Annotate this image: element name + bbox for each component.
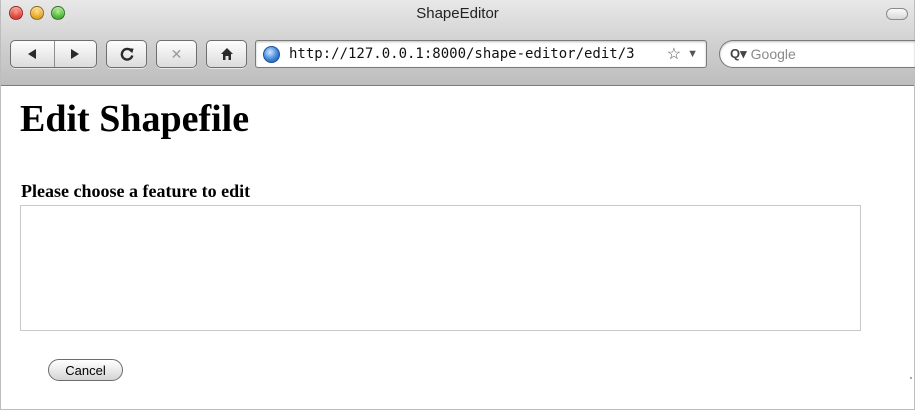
forward-button[interactable] [53, 41, 97, 67]
bookmark-star-icon[interactable]: ☆ [667, 44, 681, 64]
reload-button-frame [106, 40, 147, 68]
home-button[interactable] [207, 41, 246, 67]
search-placeholder: Google [750, 46, 796, 62]
search-icon[interactable]: Q▾ [730, 46, 747, 62]
page-content: Edit Shapefile Please choose a feature t… [1, 87, 914, 409]
home-icon [220, 48, 233, 60]
cancel-button[interactable]: Cancel [48, 359, 123, 381]
toolbar-toggle-button[interactable] [886, 8, 908, 20]
back-forward-group [10, 40, 97, 68]
browser-window: ShapeEditor ✕ http://127.0.0.1:8000/shap… [0, 0, 915, 410]
reload-button[interactable] [107, 41, 146, 67]
reload-icon [120, 47, 134, 61]
stop-button-frame: ✕ [156, 40, 197, 68]
navigation-toolbar: ✕ http://127.0.0.1:8000/shape-editor/edi… [1, 38, 915, 72]
back-arrow-icon [28, 49, 37, 59]
feature-list-box[interactable] [20, 205, 861, 331]
feature-prompt-label: Please choose a feature to edit [21, 181, 251, 201]
window-title: ShapeEditor [416, 5, 499, 22]
stop-button[interactable]: ✕ [157, 41, 196, 67]
stop-icon: ✕ [170, 45, 183, 62]
forward-arrow-icon [71, 49, 80, 59]
back-button[interactable] [11, 41, 54, 67]
search-field[interactable]: Q▾ Google [719, 40, 915, 68]
browser-chrome: ShapeEditor ✕ http://127.0.0.1:8000/shap… [1, 0, 915, 86]
page-title: Edit Shapefile [20, 98, 250, 140]
home-button-frame [206, 40, 247, 68]
site-globe-icon [263, 45, 280, 63]
resize-marker [910, 377, 912, 379]
url-field[interactable]: http://127.0.0.1:8000/shape-editor/edit/… [289, 46, 665, 62]
address-bar[interactable]: http://127.0.0.1:8000/shape-editor/edit/… [255, 40, 707, 68]
history-dropdown-icon[interactable]: ▼ [687, 48, 698, 60]
